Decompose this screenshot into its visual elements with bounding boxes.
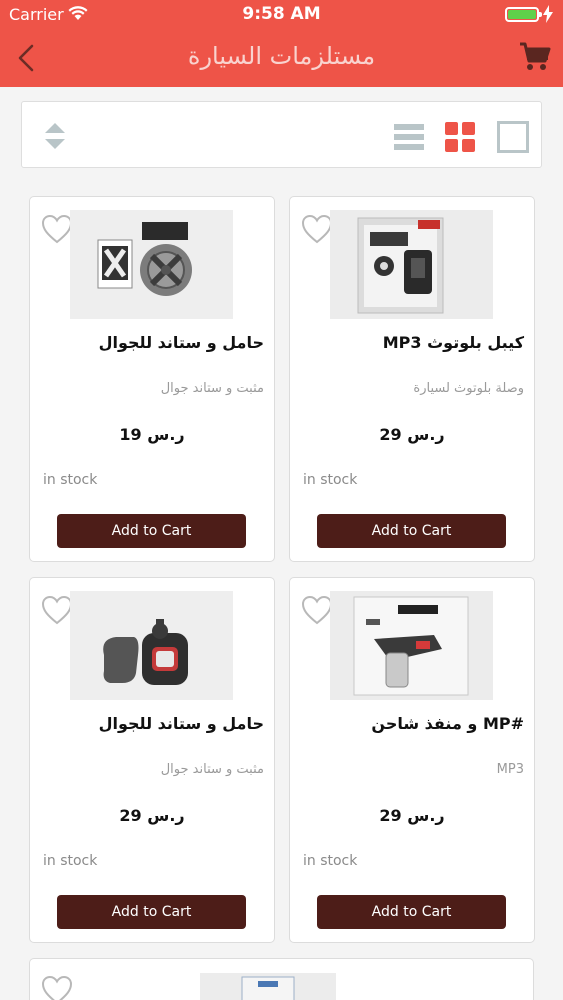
product-image[interactable] [330, 210, 493, 319]
single-view-icon[interactable] [497, 121, 529, 153]
product-description: مثبت و ستاند جوال [160, 381, 264, 396]
product-card[interactable]: حامل و ستاند للجوال مثبت و ستاند جوال 19… [29, 196, 275, 562]
heart-icon[interactable] [41, 595, 73, 625]
product-image[interactable] [200, 973, 336, 1000]
product-name: حامل و ستاند للجوال [98, 333, 264, 352]
add-to-cart-button[interactable]: Add to Cart [57, 514, 246, 548]
status-bar: Carrier 9:58 AM [0, 0, 563, 30]
magnetic-holder-photo [70, 591, 233, 700]
add-to-cart-button[interactable]: Add to Cart [317, 514, 506, 548]
product-name: حامل و ستاند للجوال [98, 714, 264, 733]
grid-view-icon[interactable] [445, 122, 475, 152]
add-to-cart-button[interactable]: Add to Cart [57, 895, 246, 929]
product-image[interactable] [70, 591, 233, 700]
battery-icon [505, 7, 542, 22]
product-price: 29 ر.س [379, 425, 445, 444]
stock-status: in stock [303, 853, 358, 869]
product-image[interactable] [330, 591, 493, 700]
heart-icon[interactable] [41, 975, 73, 1000]
sort-icon[interactable] [44, 122, 66, 150]
page-title: مستلزمات السيارة [187, 42, 376, 70]
product-card[interactable] [29, 958, 534, 1000]
product-description: MP3 [496, 762, 524, 777]
stock-status: in stock [43, 472, 98, 488]
product-description: مثبت و ستاند جوال [160, 762, 264, 777]
stock-status: in stock [43, 853, 98, 869]
add-to-cart-button[interactable]: Add to Cart [317, 895, 506, 929]
heart-icon[interactable] [301, 214, 333, 244]
status-time: 9:58 AM [242, 4, 321, 24]
battery-level [508, 10, 536, 19]
heart-icon[interactable] [301, 595, 333, 625]
product-image[interactable] [70, 210, 233, 319]
mp3-charger-photo [330, 591, 493, 700]
cart-icon[interactable] [519, 41, 551, 73]
product-price: 29 ر.س [379, 806, 445, 825]
stock-status: in stock [303, 472, 358, 488]
product-price: 19 ر.س [119, 425, 185, 444]
nav-bar: مستلزمات السيارة [0, 30, 563, 87]
phone-holder-photo [70, 210, 233, 319]
product-photo [200, 973, 336, 1000]
view-toolbar [21, 101, 542, 168]
product-description: وصلة بلوتوث لسيارة [413, 381, 524, 396]
product-name: MP3 كيبل بلوتوث [382, 333, 524, 352]
product-card[interactable]: MP3 كيبل بلوتوث وصلة بلوتوث لسيارة 29 ر.… [289, 196, 535, 562]
list-view-icon[interactable] [394, 122, 424, 152]
product-card[interactable]: حامل و ستاند للجوال مثبت و ستاند جوال 29… [29, 577, 275, 943]
product-name: و منفذ شاحن MP# [371, 714, 524, 733]
charging-bolt-icon [543, 5, 553, 23]
product-card[interactable]: و منفذ شاحن MP# MP3 29 ر.س in stock Add … [289, 577, 535, 943]
bluetooth-cable-photo [330, 210, 493, 319]
heart-icon[interactable] [41, 214, 73, 244]
product-price: 29 ر.س [119, 806, 185, 825]
